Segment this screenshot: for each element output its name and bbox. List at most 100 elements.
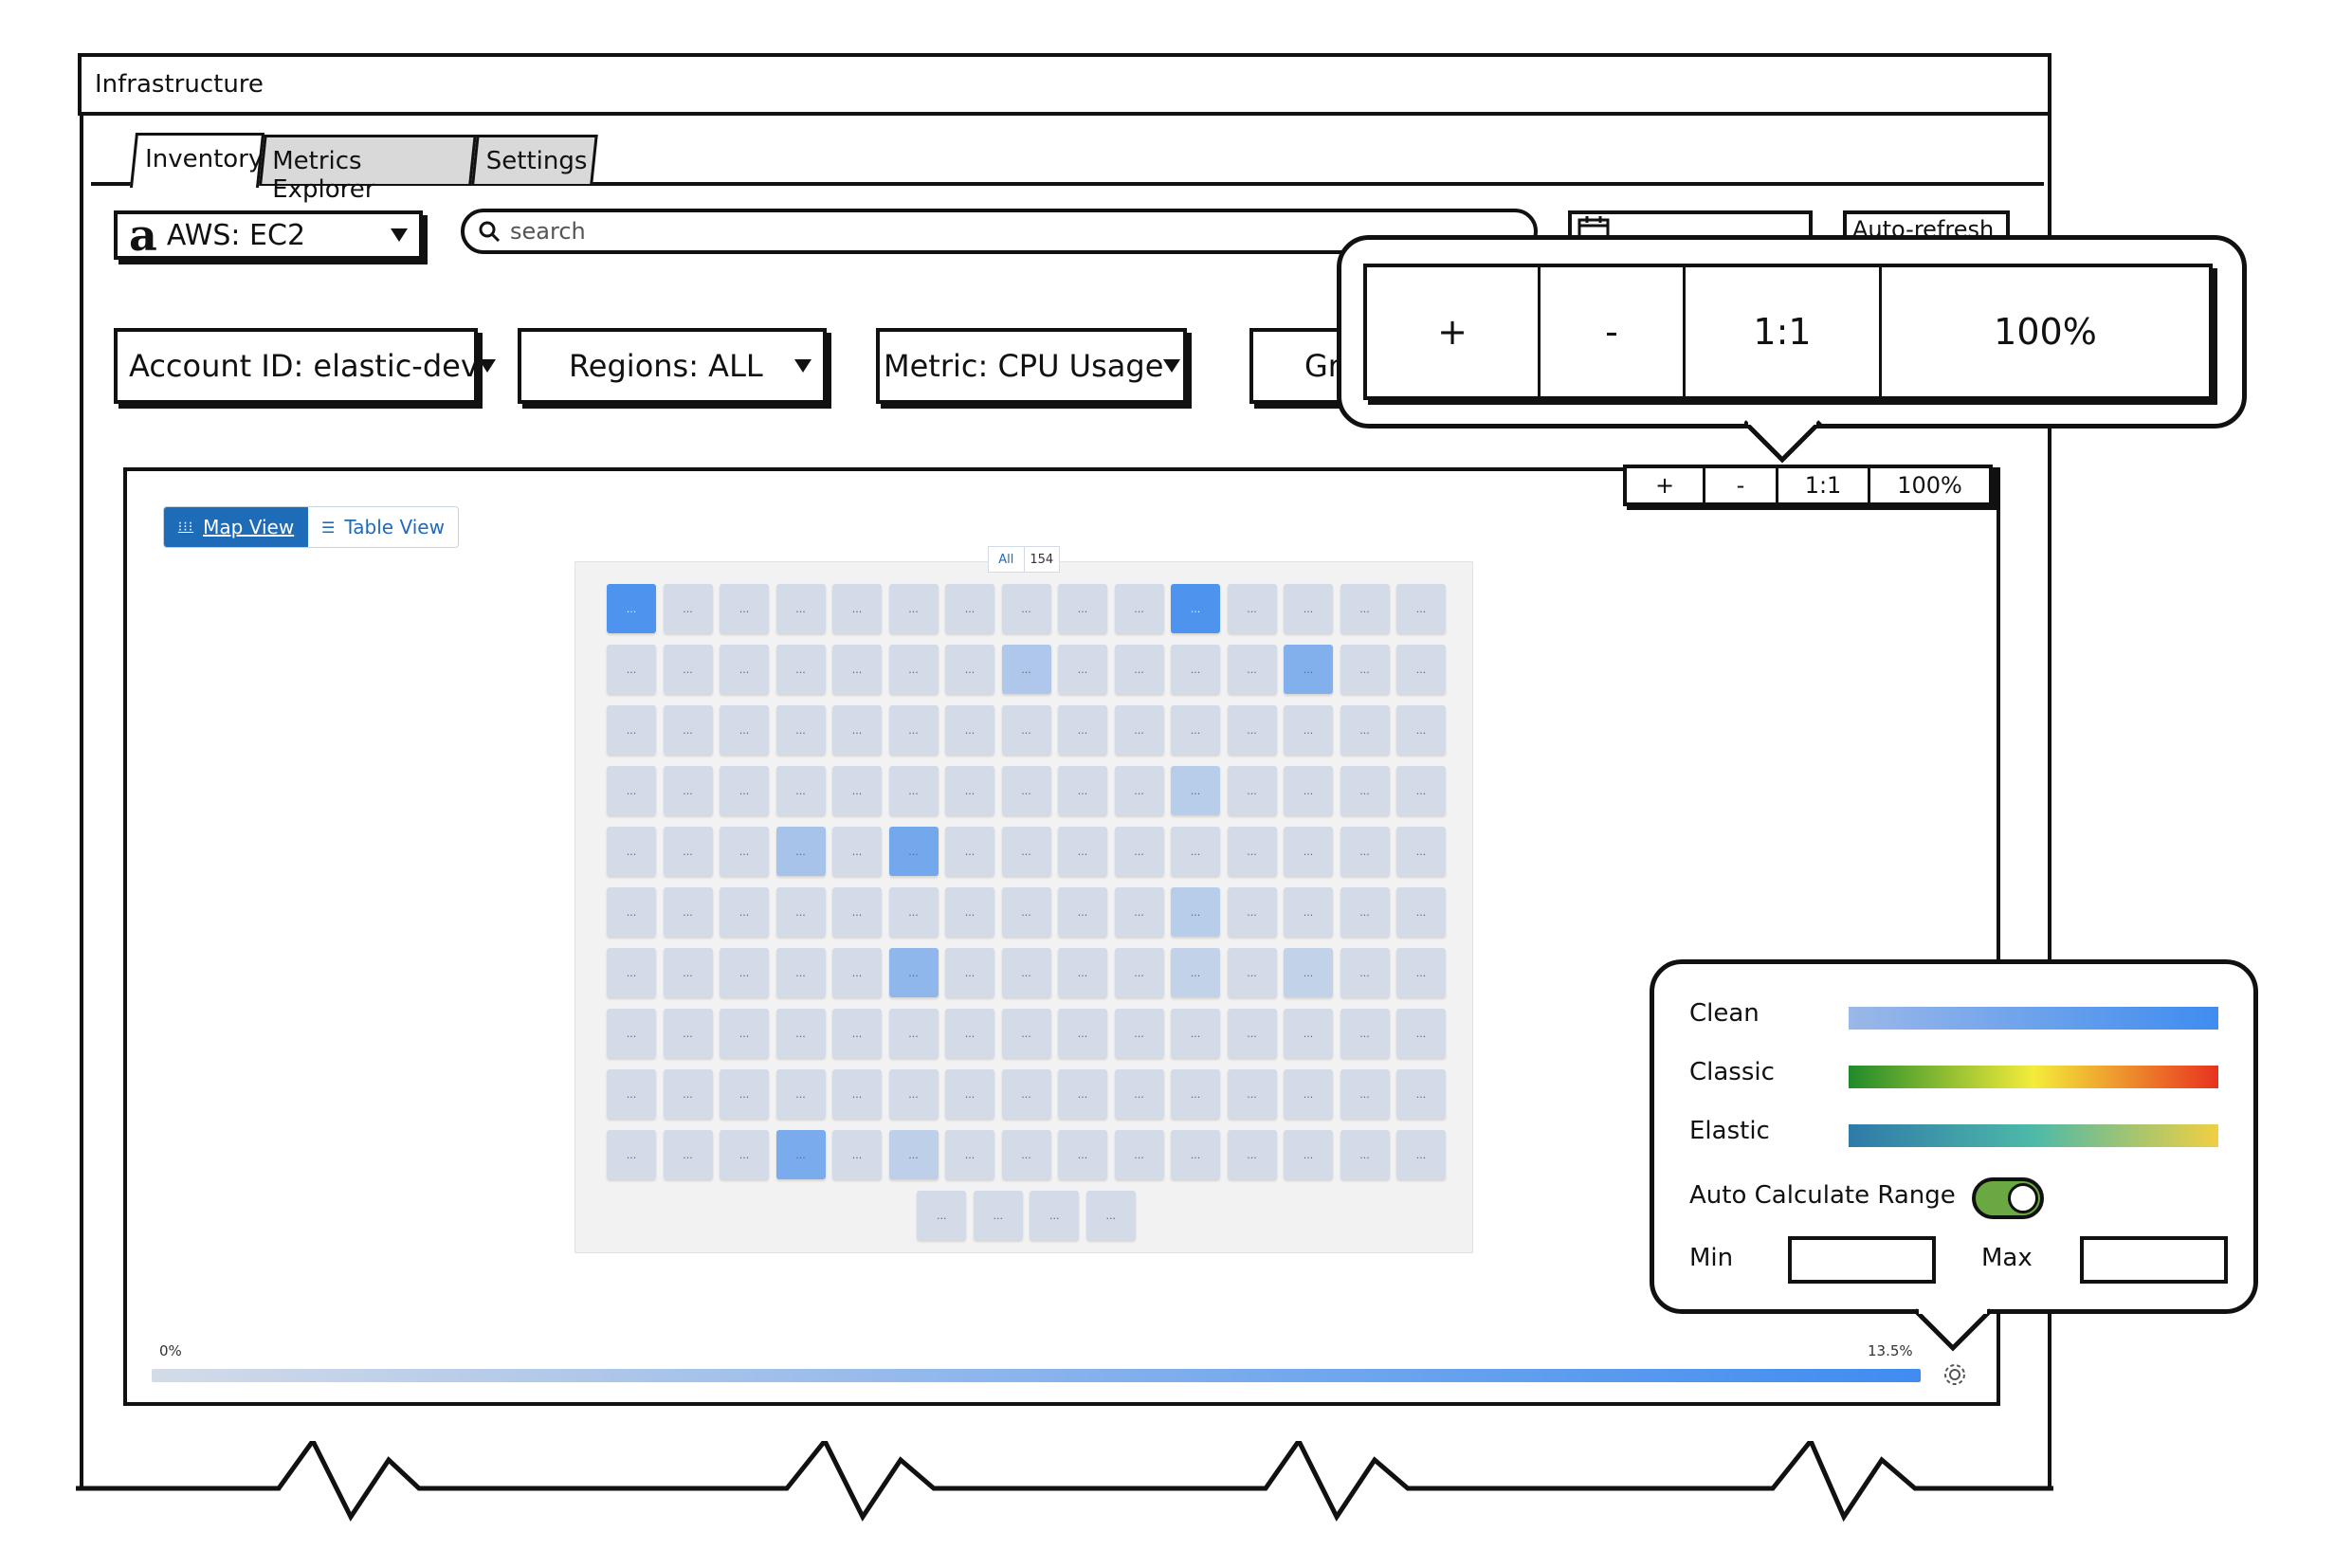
node-cell[interactable]: ... xyxy=(1340,766,1390,815)
node-cell[interactable]: ... xyxy=(775,827,826,876)
node-cell[interactable]: ... xyxy=(888,1069,939,1119)
node-cell[interactable]: ... xyxy=(1227,1069,1277,1119)
group-badge[interactable]: All 154 xyxy=(988,546,1060,573)
node-cell[interactable]: ... xyxy=(1171,645,1220,694)
node-cell[interactable]: ... xyxy=(607,766,656,815)
node-cell[interactable]: ... xyxy=(1284,1069,1333,1119)
node-cell[interactable]: ... xyxy=(1114,705,1164,755)
node-cell[interactable]: ... xyxy=(888,948,939,997)
node-cell[interactable]: ... xyxy=(1058,827,1107,876)
node-cell[interactable]: ... xyxy=(1001,645,1051,694)
node-cell[interactable]: ... xyxy=(945,705,994,755)
node-cell[interactable]: ... xyxy=(1340,948,1390,997)
node-cell[interactable]: ... xyxy=(888,887,939,937)
node-cell[interactable]: ... xyxy=(1396,766,1446,815)
node-cell[interactable]: ... xyxy=(1171,584,1220,633)
node-cell[interactable]: ... xyxy=(1171,1009,1220,1058)
node-cell[interactable]: ... xyxy=(1001,705,1051,755)
node-cell[interactable]: ... xyxy=(1058,705,1107,755)
node-cell[interactable]: ... xyxy=(607,827,656,876)
node-cell[interactable]: ... xyxy=(1001,1069,1051,1119)
node-cell[interactable]: ... xyxy=(663,827,713,876)
node-cell[interactable]: ... xyxy=(1058,1009,1107,1058)
node-cell[interactable]: ... xyxy=(1058,1069,1107,1119)
palette-option-elastic[interactable] xyxy=(1849,1124,2218,1147)
node-cell[interactable]: ... xyxy=(832,827,882,876)
node-cell[interactable]: ... xyxy=(1396,645,1446,694)
node-cell[interactable]: ... xyxy=(1340,827,1390,876)
node-cell[interactable]: ... xyxy=(720,584,769,633)
node-cell[interactable]: ... xyxy=(888,827,939,876)
node-cell[interactable]: ... xyxy=(832,705,882,755)
node-cell[interactable]: ... xyxy=(607,645,656,694)
node-cell[interactable]: ... xyxy=(607,705,656,755)
node-cell[interactable]: ... xyxy=(832,1009,882,1058)
node-cell[interactable]: ... xyxy=(1001,584,1051,633)
node-cell[interactable]: ... xyxy=(832,766,882,815)
node-cell[interactable]: ... xyxy=(945,827,994,876)
node-cell[interactable]: ... xyxy=(1030,1191,1080,1240)
node-cell[interactable]: ... xyxy=(917,1191,967,1240)
zoom-out-button-large[interactable]: - xyxy=(1541,267,1686,396)
table-view-button[interactable]: ☰ Table View xyxy=(308,507,458,547)
node-cell[interactable]: ... xyxy=(663,887,713,937)
node-cell[interactable]: ... xyxy=(1171,705,1220,755)
node-cell[interactable]: ... xyxy=(1284,645,1333,694)
node-cell[interactable]: ... xyxy=(945,766,994,815)
node-cell[interactable]: ... xyxy=(663,645,713,694)
node-cell[interactable]: ... xyxy=(663,584,713,633)
node-cell[interactable]: ... xyxy=(1227,1009,1277,1058)
node-cell[interactable]: ... xyxy=(945,948,994,997)
auto-range-toggle[interactable] xyxy=(1972,1177,2044,1219)
node-cell[interactable]: ... xyxy=(1114,766,1164,815)
account-select[interactable]: Account ID: elastic-dev xyxy=(114,328,496,404)
node-cell[interactable]: ... xyxy=(945,645,994,694)
map-view-button[interactable]: ⁝⁝⁝ Map View xyxy=(164,507,308,547)
node-cell[interactable]: ... xyxy=(720,705,769,755)
node-cell[interactable]: ... xyxy=(1396,705,1446,755)
node-cell[interactable]: ... xyxy=(1284,584,1333,633)
node-cell[interactable]: ... xyxy=(1001,1009,1051,1058)
node-cell[interactable]: ... xyxy=(1114,1009,1164,1058)
node-cell[interactable]: ... xyxy=(663,1009,713,1058)
node-cell[interactable]: ... xyxy=(832,645,882,694)
node-cell[interactable]: ... xyxy=(1114,827,1164,876)
node-cell[interactable]: ... xyxy=(1114,1130,1164,1179)
node-cell[interactable]: ... xyxy=(1227,645,1277,694)
node-cell[interactable]: ... xyxy=(832,1069,882,1119)
node-cell[interactable]: ... xyxy=(1284,1130,1333,1179)
node-cell[interactable]: ... xyxy=(663,948,713,997)
node-cell[interactable]: ... xyxy=(888,705,939,755)
node-cell[interactable]: ... xyxy=(1114,645,1164,694)
node-cell[interactable]: ... xyxy=(1114,887,1164,937)
node-cell[interactable]: ... xyxy=(720,1130,769,1179)
source-select[interactable]: a AWS: EC2 xyxy=(114,210,423,260)
node-cell[interactable]: ... xyxy=(973,1191,1023,1240)
node-cell[interactable]: ... xyxy=(607,584,656,633)
node-cell[interactable]: ... xyxy=(1396,1069,1446,1119)
palette-option-clean[interactable] xyxy=(1849,1007,2218,1030)
node-cell[interactable]: ... xyxy=(1171,948,1220,997)
zoom-reset-button-large[interactable]: 1:1 xyxy=(1686,267,1882,396)
node-cell[interactable]: ... xyxy=(945,1130,994,1179)
node-cell[interactable]: ... xyxy=(775,645,826,694)
node-cell[interactable]: ... xyxy=(1340,1009,1390,1058)
node-cell[interactable]: ... xyxy=(1114,584,1164,633)
node-cell[interactable]: ... xyxy=(775,1130,826,1179)
node-cell[interactable]: ... xyxy=(945,887,994,937)
node-cell[interactable]: ... xyxy=(1058,766,1107,815)
node-cell[interactable]: ... xyxy=(888,645,939,694)
zoom-in-button-large[interactable]: + xyxy=(1367,267,1541,396)
node-cell[interactable]: ... xyxy=(1227,705,1277,755)
node-cell[interactable]: ... xyxy=(663,705,713,755)
tab-inventory[interactable]: Inventory xyxy=(129,133,265,188)
node-cell[interactable]: ... xyxy=(1340,645,1390,694)
node-cell[interactable]: ... xyxy=(945,584,994,633)
gear-icon[interactable] xyxy=(1942,1361,1968,1388)
node-cell[interactable]: ... xyxy=(1227,948,1277,997)
node-cell[interactable]: ... xyxy=(1340,1130,1390,1179)
node-cell[interactable]: ... xyxy=(945,1009,994,1058)
node-cell[interactable]: ... xyxy=(888,1009,939,1058)
node-cell[interactable]: ... xyxy=(832,887,882,937)
node-cell[interactable]: ... xyxy=(1001,766,1051,815)
